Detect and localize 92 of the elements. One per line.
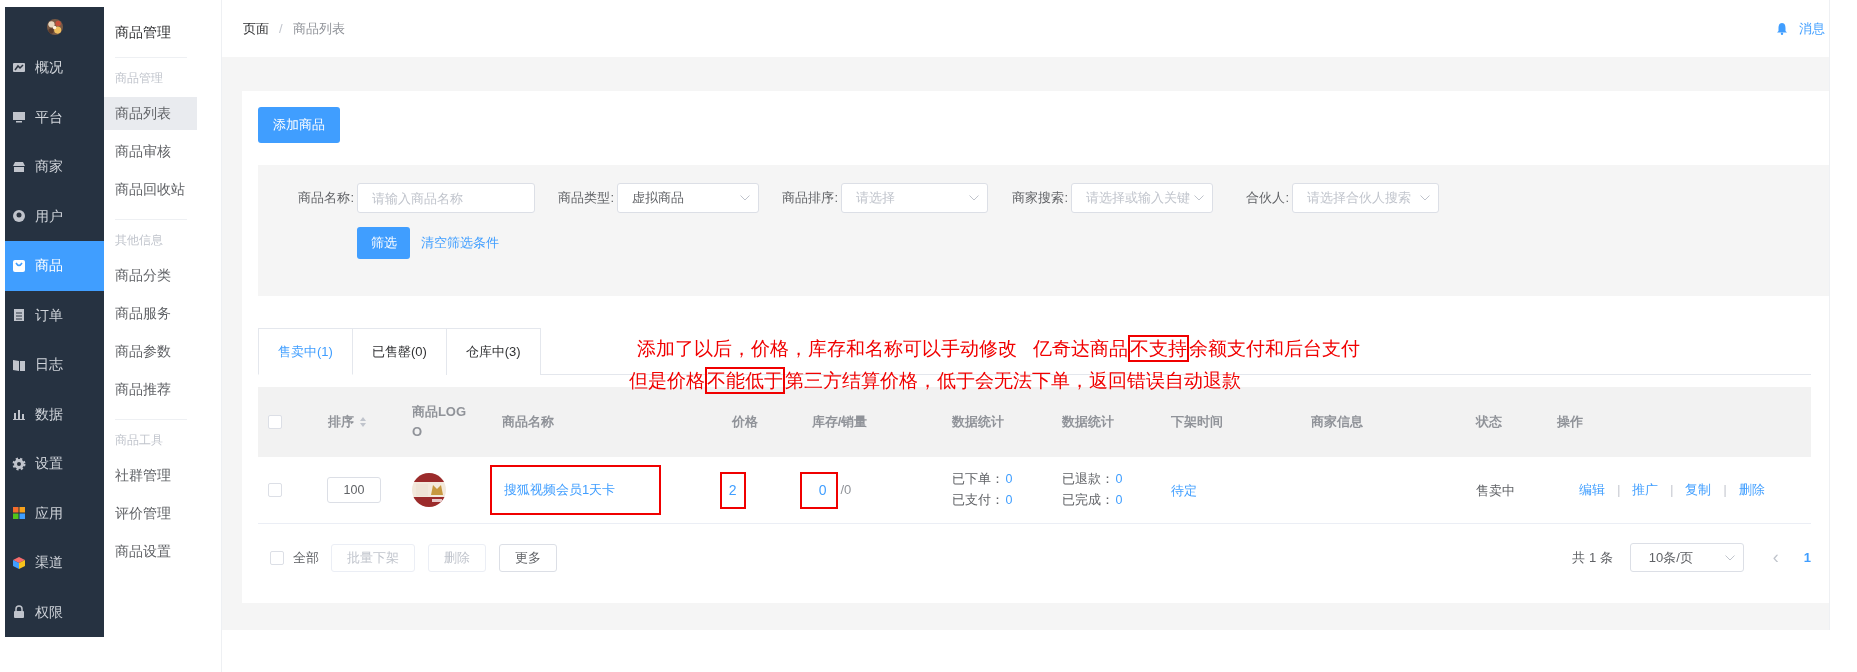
action-separator: |	[1617, 482, 1621, 499]
off-time-text: 待定	[1171, 483, 1198, 498]
sort-icon	[358, 416, 367, 428]
breadcrumb-link[interactable]: 页面	[243, 18, 269, 39]
stat-label: 已支付：	[951, 492, 1004, 509]
sidebar-item[interactable]: 数据	[5, 389, 104, 439]
stock-text: 0	[799, 471, 839, 509]
sidebar-item[interactable]: 商家	[5, 142, 104, 192]
status-text: 售卖中	[1476, 483, 1516, 498]
sidebar-item[interactable]: 订单	[5, 290, 104, 340]
checkbox[interactable]	[268, 415, 282, 429]
sidebar-item[interactable]: 渠道	[5, 538, 104, 588]
stat-value: 0	[1115, 471, 1123, 489]
annotation-text: 但是价格不能低于 第三方结算价格，低于会无法下单，返回错误自动退款	[629, 367, 1360, 395]
column-header: 数据统计	[951, 413, 1004, 431]
chevron-down-icon	[740, 195, 750, 201]
chart-icon	[12, 60, 26, 75]
checkbox[interactable]	[270, 550, 284, 565]
column-header: 操作	[1557, 413, 1584, 431]
total-count: 共 1 条	[1572, 548, 1613, 567]
monitor-icon	[12, 110, 26, 125]
submenu-item[interactable]: 商品推荐	[104, 373, 197, 406]
chevron-down-icon	[1194, 195, 1204, 201]
column-header: 价格	[731, 413, 758, 431]
submenu-item[interactable]: 商品列表	[104, 97, 197, 130]
submenu-item[interactable]: 商品审核	[104, 135, 197, 168]
filter-label: 商品名称:	[297, 189, 354, 208]
select-all-label: 全部	[293, 548, 319, 567]
annotation-text: 添加了以后，价格，库存和名称可以手动修改 亿奇达商品不支持余额支付和后台支付	[637, 335, 1360, 363]
tab[interactable]: 仓库中(3)	[446, 328, 541, 375]
price-text: 2	[719, 471, 746, 509]
sidebar-item[interactable]: 概况	[5, 43, 104, 93]
cube-icon	[12, 555, 26, 570]
column-header: 下架时间	[1171, 413, 1224, 431]
column-header: 商品LOGO	[411, 403, 468, 441]
action-separator: |	[1670, 482, 1674, 499]
page-size-select[interactable]: 10条/页	[1629, 543, 1744, 572]
column-header: 数据统计	[1061, 413, 1114, 431]
sort-input[interactable]: 100	[326, 477, 381, 503]
filter-label: 合伙人:	[1245, 189, 1289, 208]
apps-icon	[12, 506, 26, 521]
column-header: 库存/销量	[811, 413, 868, 431]
lock-icon	[12, 605, 26, 620]
chevron-down-icon	[1724, 554, 1735, 561]
sidebar-item[interactable]: 设置	[5, 439, 104, 489]
stat-value: 0	[1115, 492, 1123, 509]
sidebar-item[interactable]: 平台	[5, 92, 104, 142]
submenu-title: 商品管理	[114, 23, 172, 42]
chevron-down-icon	[1420, 195, 1430, 201]
submenu-item[interactable]: 商品服务	[104, 297, 197, 330]
column-header: 状态	[1476, 413, 1503, 431]
submenu-item[interactable]: 评价管理	[104, 497, 197, 530]
checkbox[interactable]	[268, 483, 282, 497]
book-icon	[12, 357, 26, 372]
store-icon	[12, 159, 26, 174]
stat-label: 已完成：	[1061, 492, 1114, 509]
sidebar-item[interactable]: 用户	[5, 191, 104, 241]
select-field[interactable]: 虚拟商品	[617, 183, 759, 213]
submenu-item[interactable]: 商品设置	[104, 535, 197, 568]
filter-label: 商品类型:	[557, 189, 614, 208]
sales-text: /0	[840, 481, 852, 500]
filter-label: 商家搜索:	[1011, 189, 1068, 208]
bulk-action-button[interactable]: 更多	[499, 543, 557, 572]
column-header: 商品名称	[501, 413, 554, 431]
stat-value: 0	[1005, 471, 1013, 489]
filter-label: 商品排序:	[781, 189, 838, 208]
action-separator: |	[1723, 482, 1727, 499]
breadcrumb-separator: /	[278, 19, 284, 38]
stat-label: 已下单：	[951, 471, 1004, 489]
submenu-item[interactable]: 商品参数	[104, 335, 197, 368]
bar-chart-icon	[12, 407, 26, 422]
sidebar-item[interactable]: 权限	[5, 587, 104, 637]
tab[interactable]: 已售罄(0)	[352, 328, 447, 375]
chevron-down-icon	[969, 195, 979, 201]
bell-icon	[1776, 22, 1788, 35]
group-label: 其他信息	[114, 232, 164, 249]
stat-label: 已退款：	[1061, 471, 1114, 489]
clipboard-icon	[12, 308, 26, 323]
text-input[interactable]: 请输入商品名称	[357, 183, 535, 213]
settings-icon	[12, 456, 26, 471]
submenu-item[interactable]: 商品回收站	[104, 173, 197, 206]
sidebar-item[interactable]: 日志	[5, 340, 104, 390]
sidebar-item[interactable]: 应用	[5, 488, 104, 538]
group-label: 商品工具	[114, 432, 164, 449]
column-header: 商家信息	[1311, 413, 1364, 431]
submenu-item[interactable]: 社群管理	[104, 459, 197, 492]
column-header: 排序	[327, 413, 354, 431]
user-icon	[12, 209, 26, 224]
group-label: 商品管理	[114, 70, 164, 87]
submenu-item[interactable]: 商品分类	[104, 259, 197, 292]
bag-icon	[12, 258, 26, 273]
stat-value: 0	[1005, 492, 1013, 509]
